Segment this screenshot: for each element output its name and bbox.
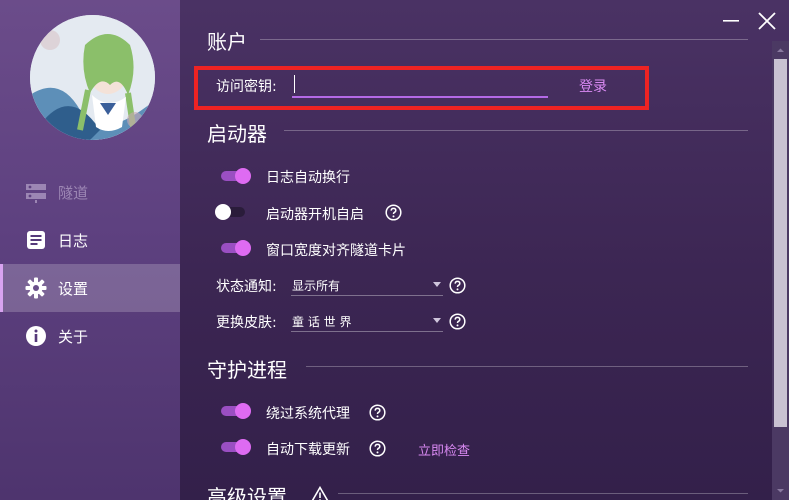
- toggle-bypass-proxy[interactable]: [217, 403, 251, 419]
- close-button[interactable]: [756, 10, 778, 32]
- log-icon: [25, 229, 47, 251]
- section-divider: [260, 39, 748, 40]
- dropdown-arrow-icon: [433, 318, 441, 323]
- section-divider: [284, 130, 748, 131]
- toggle-window-width[interactable]: [217, 240, 251, 256]
- section-title-launcher: 启动器: [207, 122, 267, 146]
- select-value: 显示所有: [292, 279, 341, 293]
- option-label-window-width: 窗口宽度对齐隧道卡片: [266, 243, 406, 259]
- section-title-daemon: 守护进程: [207, 358, 287, 382]
- option-label-autostart: 启动器开机自启: [266, 207, 364, 223]
- check-update-link[interactable]: 立即检查: [418, 440, 470, 459]
- minimize-icon: [723, 20, 739, 22]
- help-icon[interactable]: [449, 313, 466, 330]
- sidebar-item-log[interactable]: 日志: [0, 216, 180, 264]
- help-icon[interactable]: [449, 277, 466, 294]
- avatar-image: [30, 15, 155, 140]
- app-window: 隧道 日志 设置 关于 账户 访问密钥: 登录 启动器 日志自动换行 启动器开机…: [0, 0, 789, 500]
- warning-icon: [310, 486, 330, 500]
- option-label-auto-update: 自动下载更新: [266, 442, 350, 458]
- sidebar-item-label: 日志: [58, 231, 89, 250]
- sidebar-item-label: 设置: [58, 279, 89, 298]
- dropdown-arrow-icon: [433, 282, 441, 287]
- avatar: [30, 15, 155, 140]
- sidebar-item-about[interactable]: 关于: [0, 312, 180, 360]
- section-divider: [338, 493, 748, 494]
- gear-icon: [25, 277, 47, 299]
- status-notify-label: 状态通知:: [216, 279, 277, 295]
- help-icon[interactable]: [385, 204, 402, 221]
- status-notify-select[interactable]: 显示所有: [291, 274, 443, 296]
- skin-select[interactable]: 童 话 世 界: [291, 310, 443, 332]
- sidebar-item-label: 隧道: [58, 183, 89, 202]
- toggle-log-wrap[interactable]: [217, 168, 251, 184]
- scroll-down-icon[interactable]: [774, 484, 787, 497]
- toggle-autostart[interactable]: [215, 204, 249, 220]
- minimize-button[interactable]: [720, 10, 742, 32]
- sidebar: 隧道 日志 设置 关于: [0, 0, 180, 500]
- sidebar-item-label: 关于: [58, 327, 89, 346]
- server-icon: [25, 181, 47, 203]
- help-icon[interactable]: [369, 440, 386, 457]
- scroll-up-icon[interactable]: [774, 44, 787, 57]
- highlight-box: [194, 66, 649, 110]
- sidebar-item-tunnel[interactable]: 隧道: [0, 168, 180, 216]
- info-icon: [25, 325, 47, 347]
- scrollbar[interactable]: [772, 41, 789, 500]
- toggle-auto-update[interactable]: [217, 439, 251, 455]
- settings-panel: 账户 访问密钥: 登录 启动器 日志自动换行 启动器开机自启 窗口宽度对齐隧道卡…: [180, 0, 789, 500]
- section-title-advanced: 高级设置: [207, 485, 287, 500]
- sidebar-item-settings[interactable]: 设置: [0, 264, 180, 312]
- select-value: 童 话 世 界: [292, 315, 352, 329]
- option-label-log-wrap: 日志自动换行: [266, 170, 350, 186]
- close-icon: [758, 12, 776, 30]
- section-title-account: 账户: [207, 30, 247, 54]
- option-label-bypass-proxy: 绕过系统代理: [266, 406, 350, 422]
- help-icon[interactable]: [369, 404, 386, 421]
- scrollbar-thumb[interactable]: [774, 59, 787, 427]
- section-divider: [306, 366, 748, 367]
- skin-label: 更换皮肤:: [216, 315, 277, 331]
